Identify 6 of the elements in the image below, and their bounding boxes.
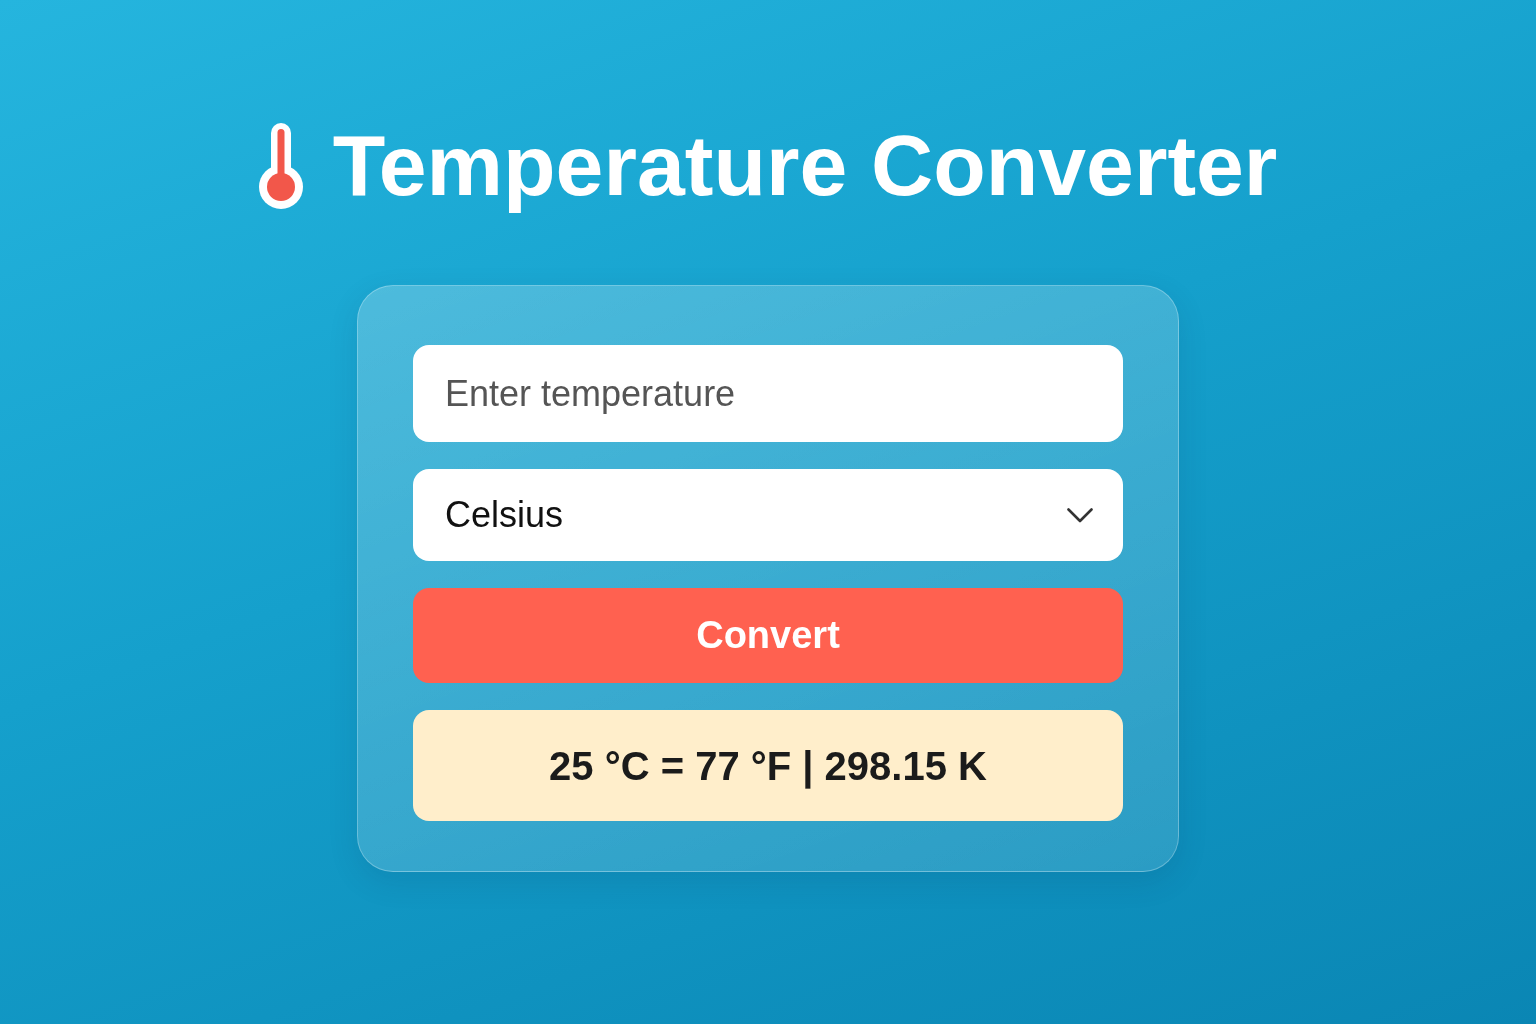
page-title: Temperature Converter bbox=[332, 116, 1278, 215]
unit-select[interactable]: Celsius bbox=[413, 469, 1123, 562]
chevron-down-icon bbox=[1067, 508, 1093, 524]
result-display: 25 °C = 77 °F | 298.15 K bbox=[413, 710, 1123, 822]
temperature-input[interactable]: Enter temperature bbox=[413, 345, 1123, 443]
thermometer-icon bbox=[258, 122, 303, 209]
